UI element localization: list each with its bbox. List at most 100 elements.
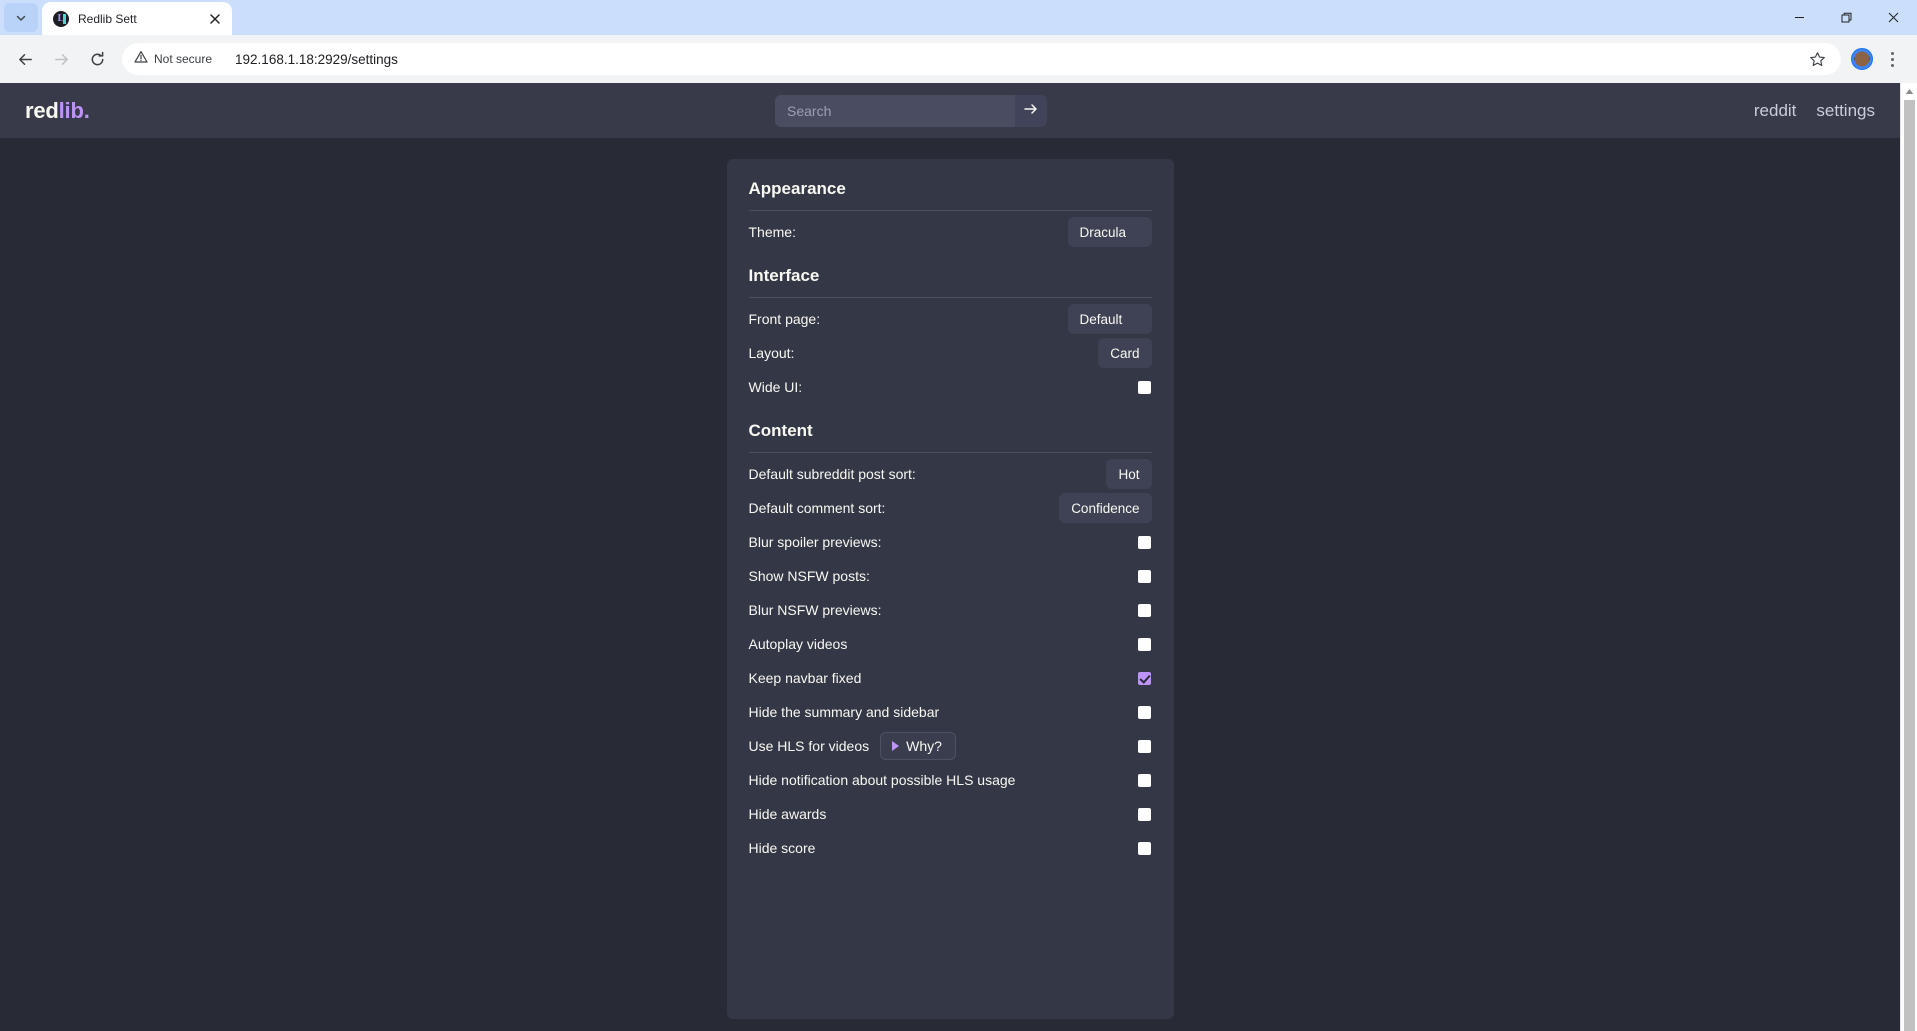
checkbox-blur-spoiler-previews[interactable] (1137, 535, 1151, 549)
logo-part-lib: lib. (58, 97, 90, 123)
pref-row-show-nsfw-posts: Show NSFW posts: (749, 559, 1152, 593)
pref-label-text: Use HLS for videos (748, 738, 870, 754)
pref-label-hide-hls-notification: Hide notification about possible HLS usa… (749, 772, 1016, 788)
tab-search-button[interactable] (4, 3, 38, 32)
toolbar-right-group (1851, 43, 1909, 75)
pref-label-text: Hide score (748, 840, 816, 856)
pref-row-default-subreddit-post-sort: Default subreddit post sort: Hot (749, 457, 1152, 491)
pref-label-text: Hide awards (748, 806, 827, 822)
pref-label-text: Default comment sort: (748, 500, 886, 516)
search-input[interactable] (775, 94, 1015, 127)
section-heading: Appearance (748, 179, 846, 198)
pref-row-theme: Theme: Dracula (749, 215, 1152, 249)
checkbox-hide-summary-and-sidebar[interactable] (1137, 705, 1151, 719)
checkbox-hide-hls-notification[interactable] (1137, 773, 1151, 787)
redlib-favicon: L (53, 10, 69, 27)
checkbox-autoplay-videos[interactable] (1137, 637, 1151, 651)
select-front-page[interactable]: Default (1067, 304, 1152, 334)
pref-row-hide-score: Hide score (749, 831, 1152, 865)
browser-toolbar: Not secure 192.168.1.18:2929/settings (0, 35, 1917, 83)
pref-row-default-comment-sort: Default comment sort: Confidence (749, 491, 1152, 525)
page-viewport: redlib. reddit settings AppearanceTh (0, 83, 1917, 1031)
minimize-icon[interactable] (1776, 0, 1823, 35)
hls-why-label: Why? (906, 738, 942, 754)
pref-row-hide-awards: Hide awards (749, 797, 1152, 831)
pref-label-text: Hide the summary and sidebar (748, 704, 940, 720)
browser-tab[interactable]: L Redlib Sett (42, 2, 232, 35)
forward-arrow-icon[interactable] (44, 42, 78, 76)
checkbox-blur-nsfw-previews[interactable] (1137, 603, 1151, 617)
window-controls (1776, 0, 1917, 35)
pref-label-hide-awards: Hide awards (749, 806, 827, 822)
close-icon[interactable] (1870, 0, 1917, 35)
pref-row-layout: Layout: Card (749, 336, 1152, 370)
pref-row-hide-hls-notification: Hide notification about possible HLS usa… (749, 763, 1152, 797)
restore-icon[interactable] (1823, 0, 1870, 35)
pref-label-text: Blur spoiler previews: (748, 534, 882, 550)
pref-label-default-subreddit-post-sort: Default subreddit post sort: (749, 466, 916, 482)
select-default-subreddit-post-sort[interactable]: Hot (1106, 459, 1152, 489)
pref-label-keep-navbar-fixed: Keep navbar fixed (749, 670, 862, 686)
pref-label-text: Hide notification about possible HLS usa… (748, 772, 1016, 788)
select-default-comment-sort[interactable]: Confidence (1059, 493, 1152, 523)
settings-section-content: Content Default subreddit post sort: Hot De… (748, 421, 1152, 865)
checkbox-show-nsfw-posts[interactable] (1137, 569, 1151, 583)
pref-label-text: Wide UI: (748, 379, 803, 395)
checkbox-keep-navbar-fixed[interactable] (1137, 671, 1151, 685)
close-icon[interactable] (206, 10, 224, 28)
pref-label-text: Show NSFW posts: (748, 568, 870, 584)
redlib-page: redlib. reddit settings AppearanceTh (0, 83, 1900, 1031)
section-divider (748, 452, 1152, 453)
checkbox-use-hls-for-videos[interactable] (1137, 739, 1151, 753)
hls-why-disclosure[interactable]: Why? (880, 732, 956, 760)
address-bar[interactable]: Not secure 192.168.1.18:2929/settings (122, 43, 1841, 75)
pref-label-blur-nsfw-previews: Blur NSFW previews: (749, 602, 882, 618)
section-heading: Content (748, 421, 813, 440)
preference-list: Default subreddit post sort: Hot Default c… (749, 457, 1152, 865)
pref-label-text: Theme: (748, 224, 796, 240)
pref-label-wide-ui: Wide UI: (749, 379, 803, 395)
checkbox-wide-ui[interactable] (1137, 380, 1151, 394)
browser-window: L Redlib Sett Not secure 192.168.1.18:29… (0, 0, 1917, 1031)
star-icon[interactable] (1801, 43, 1833, 75)
scrollbar-thumb[interactable] (1903, 100, 1915, 1031)
nav-link-reddit[interactable]: reddit (1754, 101, 1797, 121)
pref-label-text: Front page: (748, 311, 821, 327)
scroll-up-icon[interactable] (1901, 83, 1917, 100)
pref-row-front-page: Front page: Default (749, 302, 1152, 336)
pref-label-text: Default subreddit post sort: (748, 466, 916, 482)
pref-row-blur-nsfw-previews: Blur NSFW previews: (749, 593, 1152, 627)
back-arrow-icon[interactable] (8, 42, 42, 76)
triangle-right-icon (892, 741, 900, 751)
site-security-status[interactable]: Not secure (122, 45, 222, 73)
pref-label-blur-spoiler-previews: Blur spoiler previews: (749, 534, 882, 550)
pref-label-layout: Layout: (749, 345, 795, 361)
pref-label-text: Keep navbar fixed (748, 670, 862, 686)
search-form (775, 94, 1047, 127)
pref-row-blur-spoiler-previews: Blur spoiler previews: (749, 525, 1152, 559)
pref-label-theme: Theme: (749, 224, 796, 240)
page-scrollbar[interactable] (1900, 83, 1917, 1031)
settings-card: Appearance Theme: Dracula Interface Front pa… (726, 159, 1174, 1019)
settings-section-interface: Interface Front page: Default Layout: Card Wi… (748, 266, 1152, 404)
checkbox-hide-awards[interactable] (1137, 807, 1151, 821)
tab-title: Redlib Sett (78, 11, 137, 26)
pref-label-text: Blur NSFW previews: (748, 602, 882, 618)
kebab-menu-icon[interactable] (1877, 43, 1907, 75)
site-logo[interactable]: redlib. (25, 98, 90, 124)
profile-avatar[interactable] (1851, 48, 1873, 70)
select-theme[interactable]: Dracula (1067, 217, 1152, 247)
reload-icon[interactable] (80, 42, 114, 76)
pref-label-use-hls-for-videos: Use HLS for videos Why? (749, 732, 956, 760)
nav-link-settings[interactable]: settings (1816, 101, 1875, 121)
pref-row-autoplay-videos: Autoplay videos (749, 627, 1152, 661)
checkbox-hide-score[interactable] (1137, 841, 1151, 855)
pref-label-autoplay-videos: Autoplay videos (749, 636, 848, 652)
pref-row-keep-navbar-fixed: Keep navbar fixed (749, 661, 1152, 695)
pref-label-default-comment-sort: Default comment sort: (749, 500, 886, 516)
preference-list: Front page: Default Layout: Card Wide UI: (749, 302, 1152, 404)
pref-row-hide-summary-and-sidebar: Hide the summary and sidebar (749, 695, 1152, 729)
select-layout[interactable]: Card (1098, 338, 1152, 368)
navbar-links: reddit settings (1754, 101, 1875, 121)
search-submit-button[interactable] (1015, 94, 1047, 127)
